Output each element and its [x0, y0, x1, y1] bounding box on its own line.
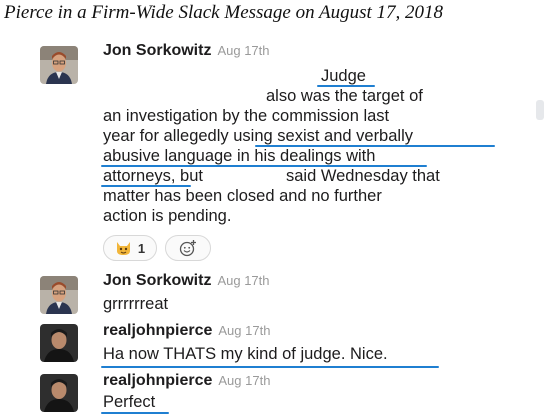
add-reaction-button[interactable]: [165, 235, 211, 261]
avatar[interactable]: [40, 324, 78, 362]
add-reaction-icon: [179, 240, 196, 257]
text-line: abusive language in his dealings with: [103, 147, 376, 165]
cat-emoji-icon: [116, 242, 130, 255]
timestamp[interactable]: Aug 17th: [217, 273, 269, 288]
highlight-underline: [101, 412, 169, 414]
message: realjohnpierce Aug 17th Ha now THATS my k…: [40, 322, 540, 368]
reaction-count: 1: [137, 240, 146, 256]
avatar[interactable]: [40, 374, 78, 412]
highlight-underline: [101, 165, 427, 167]
message: Jon Sorkowitz Aug 17th grrrrrreat: [40, 272, 540, 314]
text-line: Judge: [321, 67, 366, 85]
author-name[interactable]: Jon Sorkowitz: [103, 272, 211, 289]
reaction-pill[interactable]: 1: [103, 235, 157, 261]
text-line: matter has been closed and no further: [103, 187, 382, 205]
message-text: Judge also was the target of an investig…: [101, 66, 533, 236]
timestamp[interactable]: Aug 17th: [218, 323, 270, 338]
text-line: action is pending.: [103, 207, 232, 225]
message-header: Jon Sorkowitz Aug 17th: [103, 272, 270, 290]
avatar-jon-icon: [40, 276, 78, 314]
text-line: attorneys, but: [103, 167, 203, 185]
timestamp[interactable]: Aug 17th: [218, 373, 270, 388]
highlight-underline: [317, 85, 375, 87]
message-header: realjohnpierce Aug 17th: [103, 372, 270, 390]
text-line: an investigation by the commission last: [103, 107, 390, 125]
text-line: said Wednesday that: [286, 167, 440, 185]
figure-caption: Pierce in a Firm-Wide Slack Message on A…: [4, 2, 444, 23]
author-name[interactable]: Jon Sorkowitz: [103, 42, 211, 59]
avatar-pierce-icon: [40, 374, 78, 412]
author-name[interactable]: realjohnpierce: [103, 322, 212, 339]
highlight-underline: [101, 366, 439, 368]
avatar[interactable]: [40, 276, 78, 314]
message: Jon Sorkowitz Aug 17th Judge also was the…: [40, 42, 540, 267]
text-line: also was the target of: [266, 87, 423, 105]
text-line: year for allegedly using sexist and verb…: [103, 127, 413, 145]
message: realjohnpierce Aug 17th Perfect: [40, 372, 540, 416]
message-text: Ha now THATS my kind of judge. Nice.: [103, 345, 388, 363]
timestamp[interactable]: Aug 17th: [217, 43, 269, 58]
author-name[interactable]: realjohnpierce: [103, 372, 212, 389]
avatar[interactable]: [40, 46, 78, 84]
message-text: grrrrrreat: [103, 295, 169, 313]
scroll-hint: [536, 100, 544, 120]
message-header: Jon Sorkowitz Aug 17th: [103, 42, 270, 60]
highlight-underline: [101, 185, 191, 187]
highlight-underline: [255, 145, 495, 147]
message-header: realjohnpierce Aug 17th: [103, 322, 270, 340]
avatar-jon-icon: [40, 46, 78, 84]
message-text: Perfect: [103, 393, 156, 411]
avatar-pierce-icon: [40, 324, 78, 362]
